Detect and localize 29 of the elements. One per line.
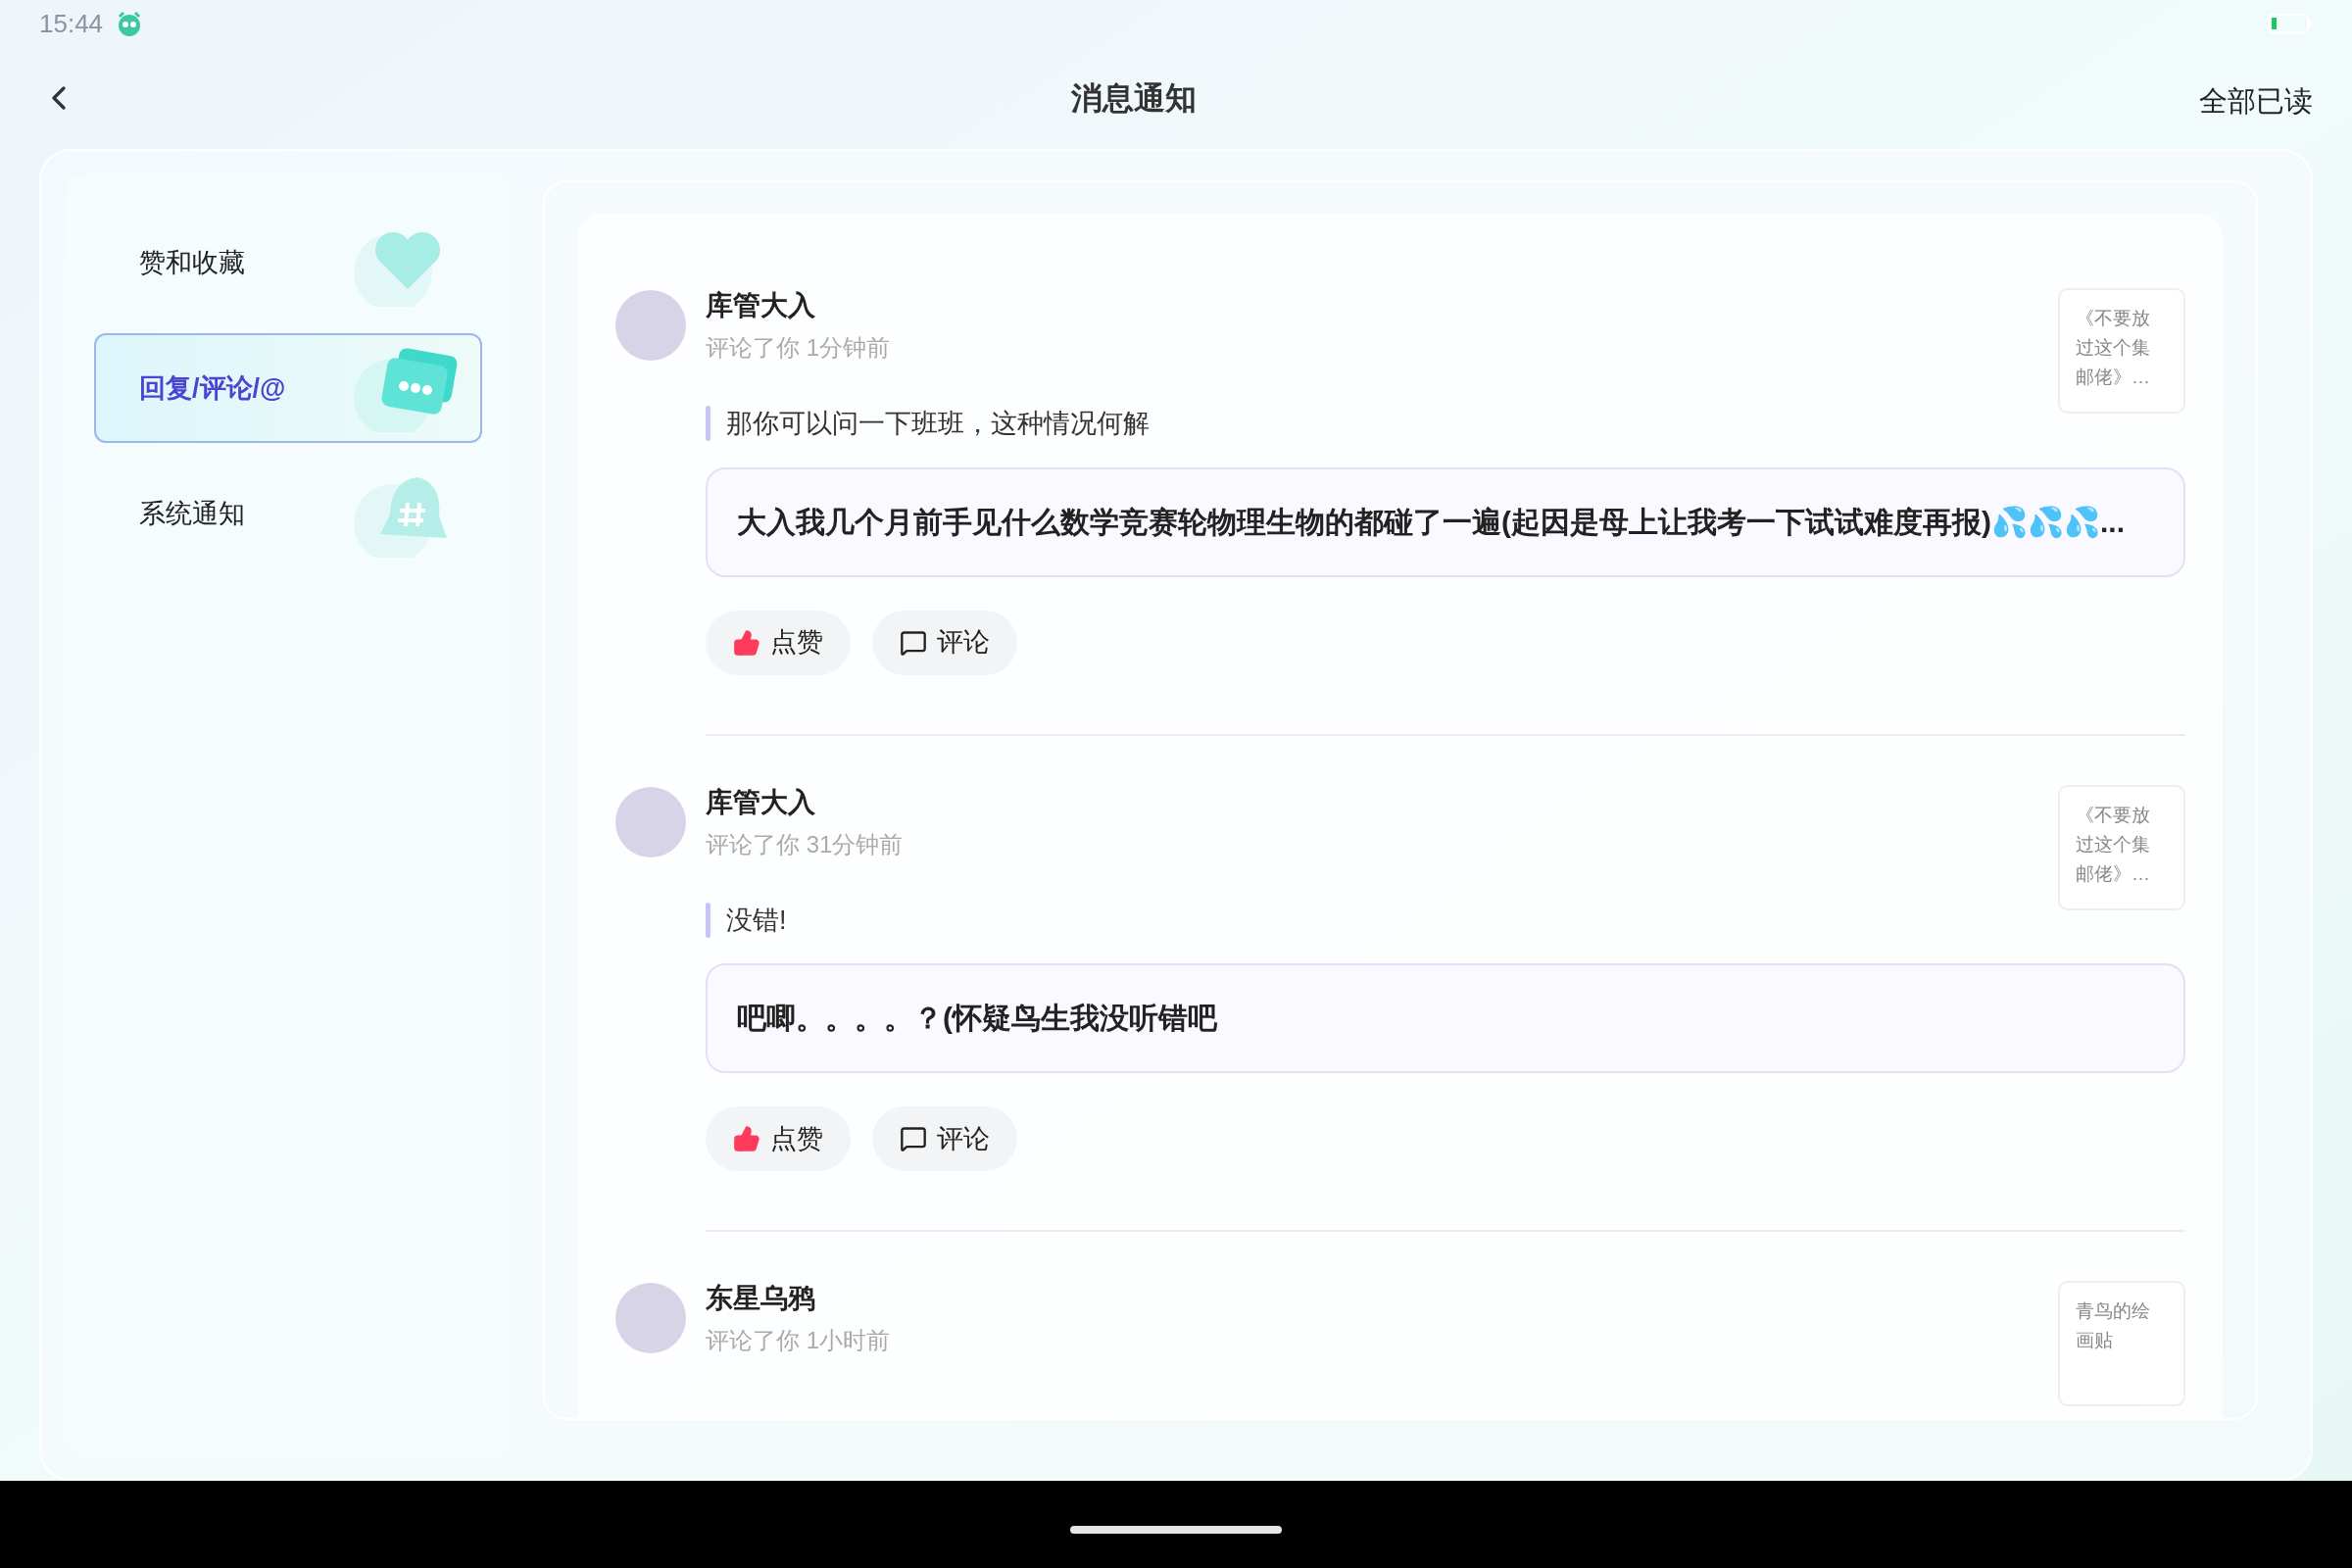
page-title: 消息通知 xyxy=(1071,79,1197,118)
quoted-text: 那你可以问一下班班，这种情况何解 xyxy=(726,408,1150,440)
comment-time: 评论了你 31分钟前 xyxy=(706,829,905,859)
thumbs-up-icon xyxy=(733,1125,760,1152)
post-thumbnail[interactable]: 《不要放过这个集邮佬》… xyxy=(2058,288,2185,414)
comment-button[interactable]: 评论 xyxy=(872,1106,1017,1171)
reply-box: 大入我几个月前手见什么数学竞赛轮物理生物的都碰了一遍(起因是母上让我考一下试试难度再报)💦💦💦... xyxy=(706,466,2185,577)
like-button[interactable]: 点赞 xyxy=(706,1106,851,1171)
reply-box: 吧唧。。。。？(怀疑鸟生我没听错吧 xyxy=(706,963,2185,1073)
user-name: 库管大入 xyxy=(706,785,816,819)
status-time: 15:44 xyxy=(39,7,104,40)
comment-icon xyxy=(900,1125,927,1152)
post-thumbnail[interactable]: 青鸟的绘画贴 xyxy=(2058,1281,2185,1406)
user-name: 东星乌鸦 xyxy=(706,1282,816,1315)
comment-time: 评论了你 1小时前 xyxy=(706,1326,891,1355)
sidebar-tab[interactable]: 系统通知 xyxy=(94,459,482,568)
mark-all-read-button[interactable]: 全部已读 xyxy=(2199,80,2313,123)
user-name: 库管大入 xyxy=(706,289,816,322)
sidebar-tab[interactable]: 赞和收藏 xyxy=(94,208,482,318)
home-indicator[interactable] xyxy=(1070,1525,1282,1534)
post-thumbnail[interactable]: 《不要放过这个集邮佬》… xyxy=(2058,784,2185,910)
comment-time: 评论了你 1分钟前 xyxy=(706,333,891,363)
quoted-text: 没错! xyxy=(726,904,787,937)
sidebar-tab[interactable]: 回复/评论/@ xyxy=(94,333,482,443)
comment-button[interactable]: 评论 xyxy=(872,610,1017,675)
thumbs-up-icon xyxy=(733,628,760,657)
like-button[interactable]: 点赞 xyxy=(706,610,851,675)
comment-icon xyxy=(900,628,927,657)
battery-icon xyxy=(2268,13,2313,34)
